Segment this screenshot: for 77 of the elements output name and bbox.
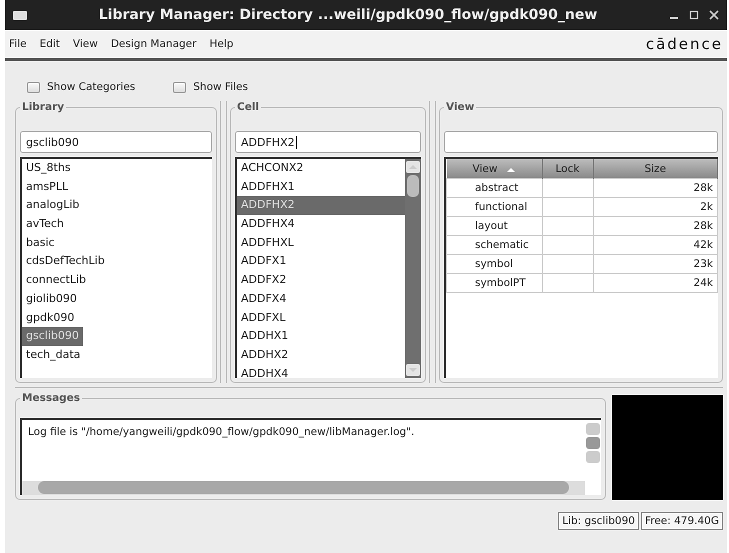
- library-item[interactable]: avTech: [22, 215, 68, 234]
- table-cell: 42k: [593, 236, 718, 254]
- log-message: Log file is "/home/yangweili/gpdk090_flow/gpdk090_new/libManager.log".: [27, 425, 416, 440]
- cell-item[interactable]: ADDFX1: [237, 252, 405, 272]
- text-cursor: [296, 136, 297, 148]
- table-cell: symbol: [446, 254, 542, 274]
- logo: cādence: [646, 35, 723, 53]
- panel-title: View: [445, 101, 476, 113]
- checkbox[interactable]: [173, 82, 186, 92]
- column-header[interactable]: Lock: [542, 159, 593, 178]
- header-label: Size: [644, 162, 666, 174]
- cell-item[interactable]: ADDFX2: [237, 271, 405, 290]
- library-item[interactable]: analogLib: [22, 196, 84, 216]
- status-field: Lib: gsclib090: [558, 512, 639, 530]
- library-item[interactable]: gsclib090: [22, 327, 83, 346]
- library-item[interactable]: amsPLL: [22, 178, 72, 196]
- scrollbar-thumb[interactable]: [407, 175, 419, 197]
- library-item[interactable]: tech_data: [22, 346, 84, 365]
- table-cell: [542, 254, 593, 274]
- table-cell: functional: [446, 198, 542, 216]
- menu-item[interactable]: Edit: [40, 38, 60, 50]
- close-icon[interactable]: [709, 10, 719, 20]
- table-cell: symbolPT: [446, 274, 542, 292]
- pane-splitter[interactable]: [429, 101, 436, 383]
- table-cell: layout: [446, 216, 542, 236]
- library-item[interactable]: cdsDefTechLib: [22, 252, 109, 272]
- menu-item[interactable]: File: [9, 38, 27, 50]
- checkbox-label: Show Categories: [47, 81, 136, 93]
- table-cell: [542, 216, 593, 236]
- table-cell: 2k: [593, 198, 718, 216]
- library-field[interactable]: gsclib090: [20, 131, 212, 153]
- library-item[interactable]: giolib090: [22, 290, 81, 308]
- table-cell: [542, 236, 593, 254]
- library-item[interactable]: gpdk090: [22, 308, 78, 328]
- panel-title: Library: [21, 101, 66, 113]
- table-cell: 28k: [593, 216, 718, 236]
- window-title: Library Manager: Directory ...weili/gpdk090_flow/gpdk090_new: [98, 7, 598, 23]
- library-item[interactable]: connectLib: [22, 271, 90, 290]
- view-field[interactable]: [444, 131, 718, 153]
- table-cell: 23k: [593, 254, 718, 274]
- window-icon: [13, 10, 27, 20]
- column-header[interactable]: View: [446, 159, 542, 178]
- table-cell: 28k: [593, 178, 718, 198]
- table-cell: [542, 274, 593, 292]
- library-item[interactable]: US_8ths: [22, 159, 75, 178]
- scrollbar[interactable]: [405, 159, 421, 378]
- library-item[interactable]: basic: [22, 234, 59, 252]
- cell-item[interactable]: ADDFXL: [237, 308, 405, 328]
- pane-splitter[interactable]: [220, 101, 227, 383]
- cell-field[interactable]: ADDFHX2: [235, 131, 421, 153]
- cell-item[interactable]: ADDHX4: [237, 364, 405, 378]
- maximize-icon[interactable]: [689, 10, 699, 20]
- cell-item[interactable]: ADDFHX1: [237, 178, 405, 196]
- table-cell: [542, 198, 593, 216]
- table-cell: 24k: [593, 274, 718, 292]
- table-cell: schematic: [446, 236, 542, 254]
- status-field: Free: 479.40G: [640, 512, 723, 530]
- cell-item[interactable]: ACHCONX2: [237, 159, 405, 178]
- cell-item[interactable]: ADDFHX4: [237, 215, 405, 234]
- cell-item[interactable]: ADDHX2: [237, 346, 405, 365]
- column-header[interactable]: Size: [593, 159, 718, 178]
- panel-title: Cell: [236, 101, 260, 113]
- menu-item[interactable]: Design Manager: [110, 38, 196, 50]
- cell-item[interactable]: ADDFHXL: [237, 234, 405, 252]
- cell-item[interactable]: ADDFHX2: [237, 196, 405, 216]
- menu-item[interactable]: Help: [209, 38, 234, 50]
- table-cell: abstract: [446, 178, 542, 198]
- checkbox[interactable]: [27, 82, 40, 92]
- menu-item[interactable]: View: [72, 38, 98, 50]
- checkbox-label: Show Files: [193, 81, 248, 93]
- header-label: Lock: [556, 162, 580, 174]
- scrollbar-thumb[interactable]: [586, 437, 600, 449]
- header-label: View: [472, 162, 498, 174]
- table-cell: [542, 178, 593, 198]
- panel-title: Messages: [21, 392, 82, 404]
- cell-item[interactable]: ADDHX1: [237, 327, 405, 346]
- cell-item[interactable]: ADDFX4: [237, 290, 405, 308]
